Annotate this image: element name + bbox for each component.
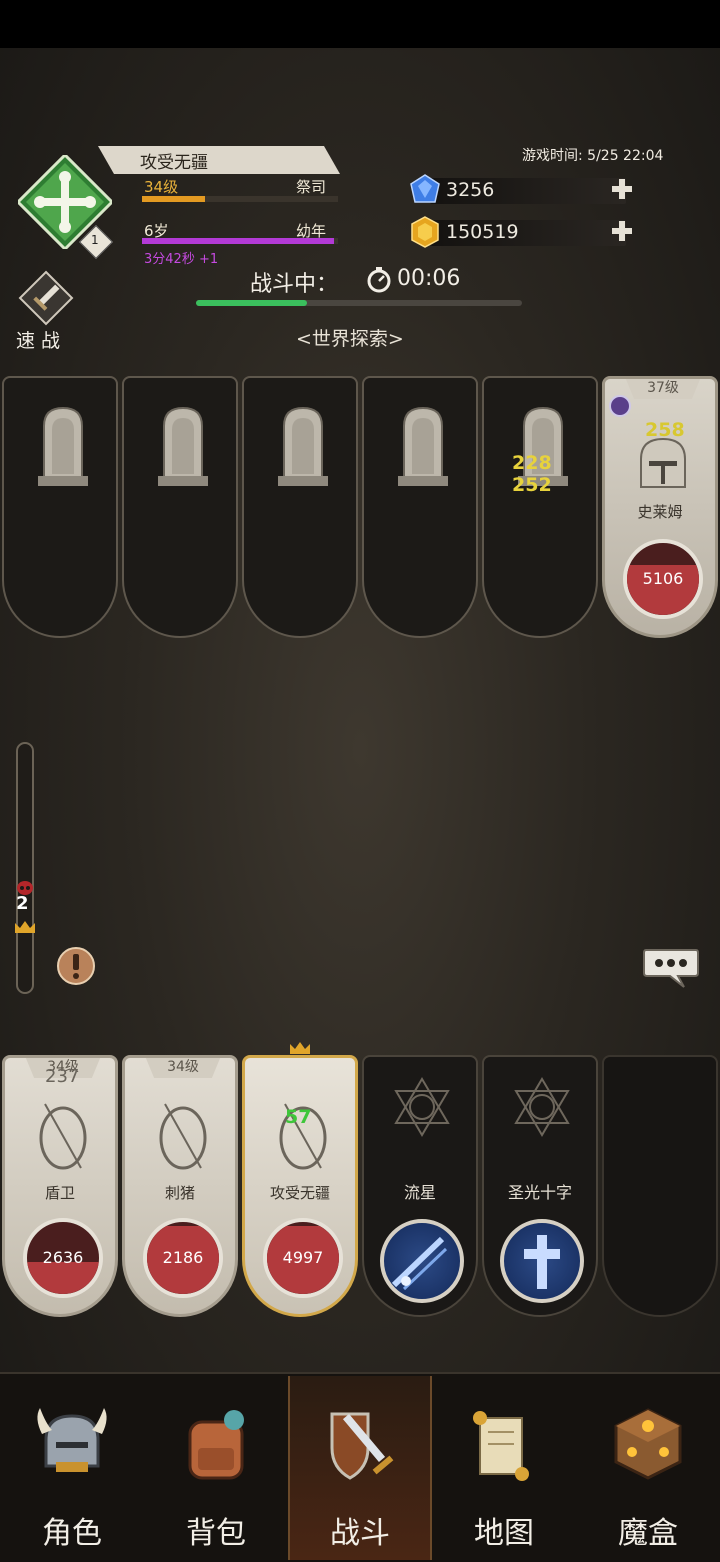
emblem-level-text: 1 bbox=[91, 233, 99, 247]
member-level: 34级 bbox=[145, 1058, 221, 1078]
name-plate bbox=[98, 146, 340, 174]
magic-box-icon bbox=[608, 1404, 688, 1484]
enemy-hp-orb: 5106 bbox=[623, 539, 703, 619]
porcupine-icon bbox=[153, 1094, 213, 1174]
enemy-hp-value: 5106 bbox=[642, 569, 684, 588]
nav-tab-backpack[interactable]: 背包 bbox=[144, 1376, 288, 1560]
nav-tab-helmet[interactable]: 角色 bbox=[0, 1376, 144, 1560]
enemy-card[interactable] bbox=[242, 376, 358, 638]
enemy-card[interactable]: 37级 258 史莱姆 5106 bbox=[602, 376, 718, 638]
party-member-card[interactable]: 34级刺猪 2186 bbox=[122, 1055, 238, 1317]
member-name: 攻受无疆 bbox=[269, 1184, 330, 1202]
xp-bar-fill bbox=[142, 196, 205, 202]
member-hp-value: 2636 bbox=[42, 1248, 84, 1267]
age-bar-fill bbox=[142, 238, 335, 244]
nav-label: 地图 bbox=[474, 1516, 534, 1551]
stopwatch-icon bbox=[367, 267, 391, 293]
crown-icon bbox=[15, 921, 35, 933]
nav-label: 角色 bbox=[42, 1516, 102, 1551]
wave-gauge bbox=[16, 742, 34, 994]
game-time: 游戏时间: 5/25 22:04 bbox=[522, 148, 664, 164]
tombstone-icon bbox=[156, 404, 210, 488]
member-name: 盾卫 bbox=[44, 1184, 75, 1202]
member-hp-value: 4997 bbox=[282, 1248, 324, 1267]
blue-gem-icon bbox=[410, 174, 440, 203]
tombstone-icon bbox=[276, 404, 330, 488]
helmet-monster-icon bbox=[635, 435, 691, 491]
backpack-icon bbox=[176, 1404, 256, 1484]
skill-card[interactable]: 流星 bbox=[362, 1055, 478, 1317]
skill-name: 圣光十字 bbox=[507, 1183, 572, 1202]
battle-status-label: 战斗中： bbox=[250, 272, 339, 297]
gold-coin-icon bbox=[411, 216, 439, 248]
nav-label: 魔盒 bbox=[618, 1516, 678, 1551]
player-class: 祭司 bbox=[296, 178, 327, 196]
empty-slot bbox=[602, 1055, 718, 1317]
gold-count: 150519 bbox=[446, 221, 519, 243]
party-member-card[interactable]: 34级 237 盾卫 2636 bbox=[2, 1055, 118, 1317]
area-title: <世界探索> bbox=[296, 328, 404, 350]
member-hp-orb: 2636 bbox=[23, 1218, 103, 1298]
party-member-card[interactable]: 57 攻受无疆 4997 bbox=[242, 1055, 358, 1317]
skill-card[interactable]: 圣光十字 bbox=[482, 1055, 598, 1317]
helmet-icon bbox=[32, 1404, 112, 1484]
player-name: 攻受无疆 bbox=[140, 153, 208, 173]
damage-number: 228 bbox=[512, 452, 552, 474]
skill-name: 流星 bbox=[403, 1183, 436, 1202]
damage-number: 252 bbox=[512, 474, 552, 496]
tombstone-icon bbox=[396, 404, 450, 488]
enemy-level: 37级 bbox=[625, 379, 701, 399]
member-hp-value: 2186 bbox=[162, 1248, 204, 1267]
member-hp-orb: 2186 bbox=[143, 1218, 223, 1298]
enemy-card[interactable] bbox=[2, 376, 118, 638]
nav-tab-scroll-map[interactable]: 地图 bbox=[432, 1376, 576, 1560]
battle-progress-fill bbox=[196, 300, 307, 306]
hexagram-sigil-icon bbox=[512, 1077, 572, 1137]
member-name: 刺猪 bbox=[164, 1184, 195, 1202]
meteor-skill-icon[interactable] bbox=[380, 1219, 464, 1303]
nav-label: 背包 bbox=[186, 1516, 246, 1551]
wave-count: 2 bbox=[16, 893, 29, 914]
floating-number: 237 bbox=[45, 1066, 80, 1087]
status-effect-icon bbox=[609, 395, 631, 417]
quick-battle-label: 速 战 bbox=[16, 330, 61, 352]
sword-shield-icon bbox=[322, 1404, 402, 1484]
add-gold-button[interactable] bbox=[610, 219, 634, 243]
battle-timer: 00:06 bbox=[397, 266, 461, 291]
enemy-card[interactable]: 228 252 bbox=[482, 376, 598, 638]
age-timer: 3分42秒 +1 bbox=[144, 252, 219, 267]
hero-crown-icon bbox=[289, 1040, 311, 1054]
player-level: 34级 bbox=[144, 178, 179, 196]
chat-bubble-icon[interactable] bbox=[642, 947, 700, 989]
enemy-card[interactable] bbox=[122, 376, 238, 638]
enemy-name: 史莱姆 bbox=[637, 503, 683, 521]
tombstone-icon bbox=[36, 404, 90, 488]
nav-tab-sword-shield[interactable]: 战斗 bbox=[288, 1376, 432, 1560]
scroll-map-icon bbox=[464, 1404, 544, 1484]
hexagram-sigil-icon bbox=[392, 1077, 452, 1137]
nav-label: 战斗 bbox=[330, 1516, 390, 1551]
sword-icon bbox=[18, 270, 74, 326]
alert-icon[interactable] bbox=[56, 946, 96, 986]
gem-count: 3256 bbox=[446, 179, 495, 201]
nav-tab-magic-box[interactable]: 魔盒 bbox=[576, 1376, 720, 1560]
enemy-card[interactable] bbox=[362, 376, 478, 638]
member-hp-orb: 4997 bbox=[263, 1218, 343, 1298]
status-bar bbox=[0, 0, 720, 48]
shield-knight-icon bbox=[33, 1094, 93, 1174]
add-gems-button[interactable] bbox=[610, 177, 634, 201]
holy-cross-skill-icon[interactable] bbox=[500, 1219, 584, 1303]
heal-number: 57 bbox=[285, 1106, 312, 1128]
